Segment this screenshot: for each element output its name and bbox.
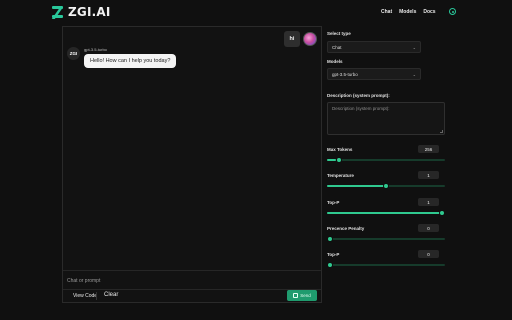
prompt-area: [63, 270, 321, 289]
logo[interactable]: ZGI.AI: [51, 5, 111, 19]
system-prompt-placeholder: Description (system prompt):: [332, 106, 390, 111]
slider-thumb[interactable]: [383, 183, 389, 189]
chevron-down-icon: ⌄: [412, 72, 416, 77]
slider-track[interactable]: [327, 264, 445, 266]
main-nav: Chat Models Docs: [381, 9, 436, 15]
resize-handle-icon[interactable]: [440, 130, 443, 133]
slider-label: Top-P: [327, 252, 340, 257]
bot-message: Hello! How can I help you today?: [84, 54, 177, 68]
slider-thumb[interactable]: [327, 236, 333, 242]
slider-label: Max Tokens: [327, 147, 353, 152]
models-label: Models: [327, 59, 343, 64]
slider[interactable]: [327, 157, 445, 163]
slider-label: Precence Penalty: [327, 226, 365, 231]
top-header: ZGI.AI Chat Models Docs: [0, 0, 512, 24]
slider-label: Temperature: [327, 173, 354, 178]
slider-value[interactable]: 256: [418, 145, 439, 153]
slider-value[interactable]: 0: [418, 224, 439, 232]
prompt-input[interactable]: [67, 276, 317, 286]
bot-model-label: gpt-3.5-turbo: [84, 47, 107, 52]
slider-fill: [327, 185, 385, 187]
nav-models[interactable]: Models: [399, 9, 416, 15]
divider: [96, 292, 97, 300]
slider-label: Top-P: [327, 200, 340, 205]
slider-thumb[interactable]: [327, 262, 333, 268]
slider[interactable]: [327, 210, 445, 216]
models-dropdown[interactable]: gpt-3.5-turbo ⌄: [327, 68, 421, 80]
nav-chat[interactable]: Chat: [381, 9, 392, 15]
select-type-value: Chat: [332, 45, 342, 50]
slider[interactable]: [327, 236, 445, 242]
send-button[interactable]: Send: [287, 290, 317, 301]
user-message-row: hi: [284, 31, 317, 47]
slider-value[interactable]: 1: [418, 171, 439, 179]
chat-panel: hi ZGI gpt-3.5-turbo Hello! How can I he…: [62, 26, 322, 303]
select-type-label: Select type: [327, 31, 351, 36]
select-type-dropdown[interactable]: Chat ⌄: [327, 41, 421, 53]
slider-thumb[interactable]: [439, 210, 445, 216]
nav-docs[interactable]: Docs: [423, 9, 435, 15]
globe-icon[interactable]: [449, 8, 456, 15]
clear-button[interactable]: Clear: [104, 292, 118, 298]
send-icon: [293, 293, 299, 298]
slider-fill: [327, 159, 337, 161]
logo-icon: [51, 6, 64, 19]
view-code-button[interactable]: View Code: [73, 293, 97, 299]
slider-thumb[interactable]: [335, 157, 342, 163]
slider-track[interactable]: [327, 238, 445, 240]
models-value: gpt-3.5-turbo: [332, 72, 358, 77]
slider-value[interactable]: 0: [418, 250, 439, 258]
slider-fill: [327, 212, 442, 214]
send-label: Send: [300, 293, 311, 298]
user-message: hi: [284, 31, 300, 47]
system-prompt-textarea[interactable]: Description (system prompt):: [327, 102, 445, 135]
logo-text: ZGI.AI: [68, 5, 111, 19]
slider-track[interactable]: [327, 159, 445, 161]
slider[interactable]: [327, 183, 445, 189]
slider-value[interactable]: 1: [418, 198, 439, 206]
slider[interactable]: [327, 262, 445, 268]
chevron-down-icon: ⌄: [412, 45, 416, 50]
bot-avatar: ZGI: [67, 47, 80, 60]
user-avatar: [303, 32, 317, 46]
chat-actions: View Code Clear Send: [63, 289, 321, 302]
system-prompt-label: Description (system prompt):: [327, 93, 390, 98]
